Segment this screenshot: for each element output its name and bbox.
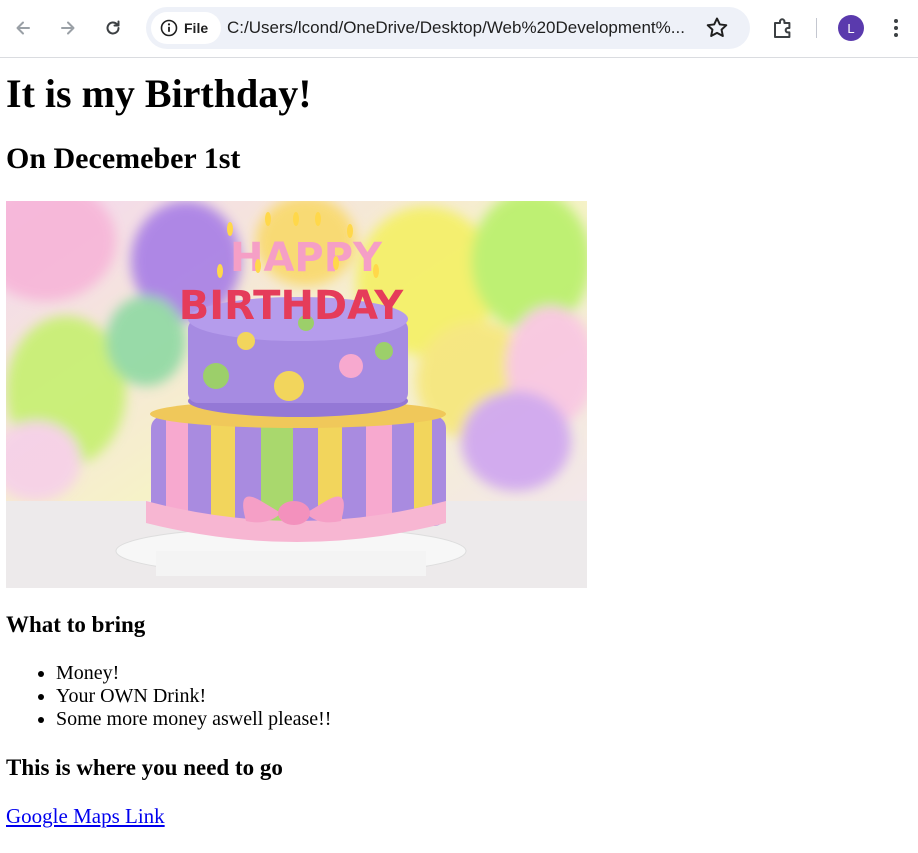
toolbar-divider (816, 18, 817, 38)
page-title: It is my Birthday! (6, 71, 312, 116)
list-item: Money! (56, 662, 331, 685)
profile-avatar[interactable]: L (838, 15, 864, 41)
bring-list: Money! Your OWN Drink! Some more money a… (6, 662, 331, 731)
reload-button[interactable] (95, 10, 131, 46)
star-icon[interactable] (704, 15, 730, 41)
bring-heading: What to bring (6, 612, 146, 637)
reload-icon (106, 20, 120, 35)
address-bar[interactable]: File C:/Users/lcond/OneDrive/Desktop/Web… (146, 7, 750, 49)
kebab-menu-icon[interactable] (884, 16, 908, 40)
site-info-chip[interactable]: File (151, 12, 221, 44)
google-maps-link[interactable]: Google Maps Link (6, 804, 165, 829)
site-chip-label: File (184, 20, 209, 36)
back-button[interactable] (5, 10, 41, 46)
list-item: Some more money aswell please!! (56, 708, 331, 731)
arrow-left-icon (16, 21, 30, 35)
list-item: Your OWN Drink! (56, 685, 331, 708)
page-subtitle: On Decemeber 1st (6, 142, 241, 175)
birthday-cake-image: HAPPY BIRTHDAY (6, 201, 587, 588)
happy-candle-text: HAPPY (230, 235, 383, 281)
birthday-candle-text: BIRTHDAY (179, 283, 404, 329)
arrow-right-icon (61, 21, 75, 35)
url-text[interactable]: C:/Users/lcond/OneDrive/Desktop/Web%20De… (227, 18, 697, 38)
info-icon (160, 19, 178, 37)
forward-button[interactable] (50, 10, 86, 46)
puzzle-icon[interactable] (768, 14, 798, 44)
where-heading: This is where you need to go (6, 755, 283, 780)
browser-toolbar: File C:/Users/lcond/OneDrive/Desktop/Web… (0, 0, 918, 58)
